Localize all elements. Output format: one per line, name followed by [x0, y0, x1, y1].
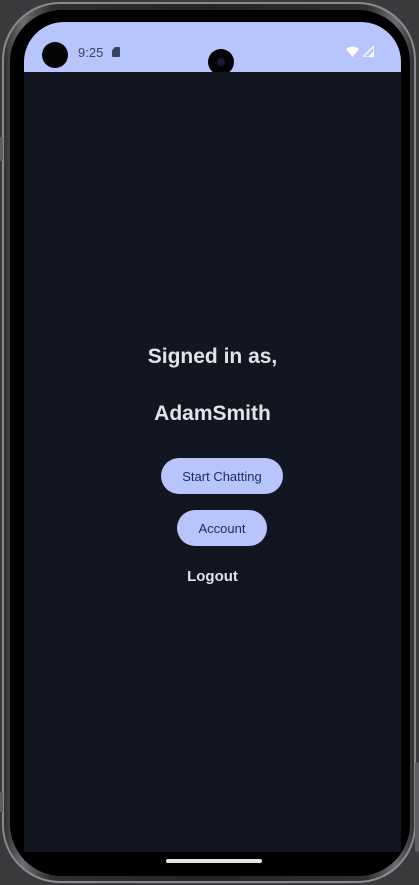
- sd-card-icon: [112, 47, 120, 57]
- phone-frame: 9:25 Signed in as, AdamSmith Start Chatt…: [0, 2, 419, 883]
- side-button-left: [0, 137, 3, 161]
- side-button-left-bottom: [0, 792, 3, 812]
- wifi-icon: [346, 46, 359, 57]
- phone-bezel: 9:25 Signed in as, AdamSmith Start Chatt…: [10, 10, 410, 876]
- account-button[interactable]: Account: [177, 510, 267, 546]
- navigation-bar: [10, 852, 410, 876]
- home-indicator[interactable]: [166, 859, 262, 863]
- main-content: Signed in as, AdamSmith Start Chatting A…: [24, 72, 401, 864]
- start-chatting-button[interactable]: Start Chatting: [161, 458, 283, 494]
- status-bar: 9:25: [24, 22, 401, 75]
- cell-signal-icon: [363, 46, 374, 57]
- username-label: AdamSmith: [154, 402, 271, 425]
- logout-button[interactable]: Logout: [24, 568, 401, 585]
- camera-dot: [42, 42, 68, 68]
- status-time: 9:25: [78, 45, 104, 60]
- signed-in-label: Signed in as,: [147, 345, 278, 368]
- app-screen: 9:25 Signed in as, AdamSmith Start Chatt…: [24, 22, 401, 864]
- side-button-right: [415, 762, 419, 852]
